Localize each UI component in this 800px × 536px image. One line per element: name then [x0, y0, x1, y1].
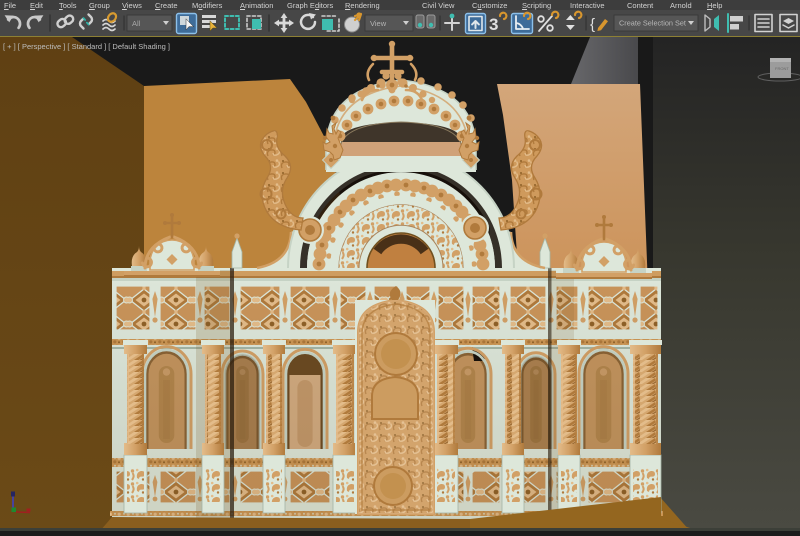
svg-text:{: { [590, 16, 595, 33]
svg-text:View: View [370, 19, 387, 28]
svg-text:FRONT: FRONT [775, 66, 789, 71]
svg-text:[ + ] [ Perspective ] [ Standa: [ + ] [ Perspective ] [ Standard ] [ Def… [3, 42, 170, 51]
svg-text:Create Selection Set: Create Selection Set [619, 19, 686, 28]
svg-text:3: 3 [489, 15, 498, 34]
svg-text:All: All [132, 19, 141, 28]
